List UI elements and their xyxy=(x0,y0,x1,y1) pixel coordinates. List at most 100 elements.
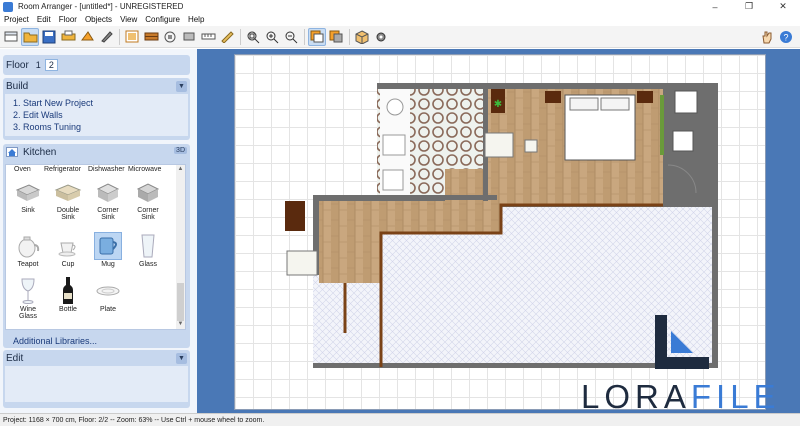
hand-icon xyxy=(762,31,772,44)
library-item-glass[interactable]: Glass xyxy=(130,232,166,268)
view-2d-button[interactable] xyxy=(308,27,326,46)
library-scrollbar[interactable]: ▲ ▼ xyxy=(176,165,185,329)
step-start-new-project[interactable]: 1. Start New Project xyxy=(5,97,188,109)
washbasin[interactable] xyxy=(382,169,404,191)
pencil-icon xyxy=(220,31,234,43)
layers-icon xyxy=(329,30,342,43)
zoom-in-button[interactable] xyxy=(263,28,281,46)
logo-text: LORAFILE xyxy=(581,378,781,415)
balcony-chair[interactable] xyxy=(674,90,698,114)
cup-icon xyxy=(58,242,76,257)
additional-libraries-link[interactable]: Additional Libraries... xyxy=(13,336,97,346)
library-item-sink[interactable]: Sink xyxy=(10,178,46,214)
category-microwave[interactable]: Microwave xyxy=(128,166,161,173)
category-oven[interactable]: Oven xyxy=(14,166,31,173)
menu-floor[interactable]: Floor xyxy=(55,15,81,24)
library-item-bottle[interactable]: Bottle xyxy=(50,277,86,313)
pillow[interactable] xyxy=(569,97,599,111)
build-panel: Build ▼ 1. Start New Project 2. Edit Wal… xyxy=(3,78,190,140)
floor-tab-1[interactable]: 1 xyxy=(33,60,44,70)
library-item-wine-glass[interactable]: Wine Glass xyxy=(10,277,46,320)
measure-icon xyxy=(201,33,215,40)
armchair[interactable] xyxy=(484,132,514,158)
scroll-thumb[interactable] xyxy=(177,283,184,321)
nightstand[interactable] xyxy=(637,91,653,103)
undo-button[interactable] xyxy=(78,28,96,46)
pillow[interactable] xyxy=(600,97,630,111)
zoom-fit-icon xyxy=(247,31,259,43)
rotate-button[interactable] xyxy=(161,28,179,46)
help-icon: ? xyxy=(780,31,792,43)
outer-wall-right[interactable] xyxy=(713,83,718,368)
scroll-down-icon[interactable]: ▼ xyxy=(176,320,185,328)
step-edit-walls[interactable]: 2. Edit Walls xyxy=(5,109,188,121)
menu-configure[interactable]: Configure xyxy=(141,15,184,24)
double-sink-icon xyxy=(54,184,82,201)
pencil-button[interactable] xyxy=(218,28,236,46)
menu-help[interactable]: Help xyxy=(184,15,208,24)
print-button[interactable] xyxy=(59,28,77,46)
menu-view[interactable]: View xyxy=(116,15,141,24)
wall-button[interactable] xyxy=(142,28,160,46)
bath-tile-right[interactable] xyxy=(445,89,483,169)
corner-sink-icon xyxy=(136,183,160,202)
menu-objects[interactable]: Objects xyxy=(81,15,116,24)
settings-icon xyxy=(376,32,385,41)
library-item-teapot[interactable]: Teapot xyxy=(10,232,46,268)
toolbar: ? xyxy=(0,26,800,48)
view-layers-button[interactable] xyxy=(327,28,345,46)
sink-bath[interactable] xyxy=(382,134,406,156)
paint-button[interactable] xyxy=(97,28,115,46)
close-button[interactable]: ✕ xyxy=(766,0,800,13)
paint-icon xyxy=(100,31,113,43)
build-label: Build xyxy=(6,80,29,92)
side-table[interactable] xyxy=(524,139,538,153)
toilet[interactable] xyxy=(386,98,404,116)
floor-tab-2[interactable]: 2 xyxy=(44,59,58,71)
edit-collapse-button[interactable]: ▼ xyxy=(176,353,187,364)
settings-button[interactable] xyxy=(372,28,390,46)
zoom-fit-button[interactable] xyxy=(244,28,262,46)
svg-text:?: ? xyxy=(783,33,788,43)
library-item-corner-sink-2[interactable]: Corner Sink xyxy=(130,178,166,221)
minimize-button[interactable]: – xyxy=(698,0,732,13)
new-project-button[interactable] xyxy=(2,28,20,46)
open-icon xyxy=(23,32,37,43)
home-icon[interactable] xyxy=(6,147,18,157)
maximize-button[interactable]: ❐ xyxy=(732,0,766,13)
view-3d-button[interactable] xyxy=(353,28,371,46)
view-3d-icon xyxy=(355,29,368,44)
hand-tool-button[interactable] xyxy=(758,28,776,46)
fit-button[interactable] xyxy=(123,28,141,46)
library-item-mug[interactable]: Mug xyxy=(90,232,126,268)
library-item-cup[interactable]: Cup xyxy=(50,232,86,268)
step-rooms-tuning[interactable]: 3. Rooms Tuning xyxy=(5,121,188,133)
library-item-plate[interactable]: Plate xyxy=(90,277,126,313)
scroll-up-icon[interactable]: ▲ xyxy=(176,165,185,173)
balcony-chair[interactable] xyxy=(672,130,694,152)
room-hatched-left[interactable] xyxy=(313,275,383,363)
sink-icon xyxy=(15,184,41,201)
build-collapse-button[interactable]: ▼ xyxy=(176,81,187,92)
category-refrigerator[interactable]: Refrigerator xyxy=(44,166,81,173)
status-text: Project: 1168 × 700 cm, Floor: 2/2 -- Zo… xyxy=(3,416,265,424)
toolbar-separator xyxy=(240,28,241,45)
library-item-double-sink[interactable]: Double Sink xyxy=(50,178,86,221)
group-button[interactable] xyxy=(180,28,198,46)
menu-project[interactable]: Project xyxy=(0,15,33,24)
save-button[interactable] xyxy=(40,28,58,46)
view-3d-badge[interactable]: 3D xyxy=(174,147,187,154)
nightstand[interactable] xyxy=(545,91,561,103)
help-button[interactable]: ? xyxy=(777,28,795,46)
interior-wall[interactable] xyxy=(377,195,497,200)
category-dishwasher[interactable]: Dishwasher xyxy=(88,166,125,173)
measure-button[interactable] xyxy=(199,28,217,46)
new-icon xyxy=(4,31,17,42)
save-icon xyxy=(42,30,56,43)
armchair[interactable] xyxy=(286,250,318,276)
open-button[interactable] xyxy=(21,27,39,46)
cabinet[interactable] xyxy=(285,201,305,231)
library-item-corner-sink[interactable]: Corner Sink xyxy=(90,178,126,221)
menu-edit[interactable]: Edit xyxy=(33,15,55,24)
zoom-out-button[interactable] xyxy=(282,28,300,46)
